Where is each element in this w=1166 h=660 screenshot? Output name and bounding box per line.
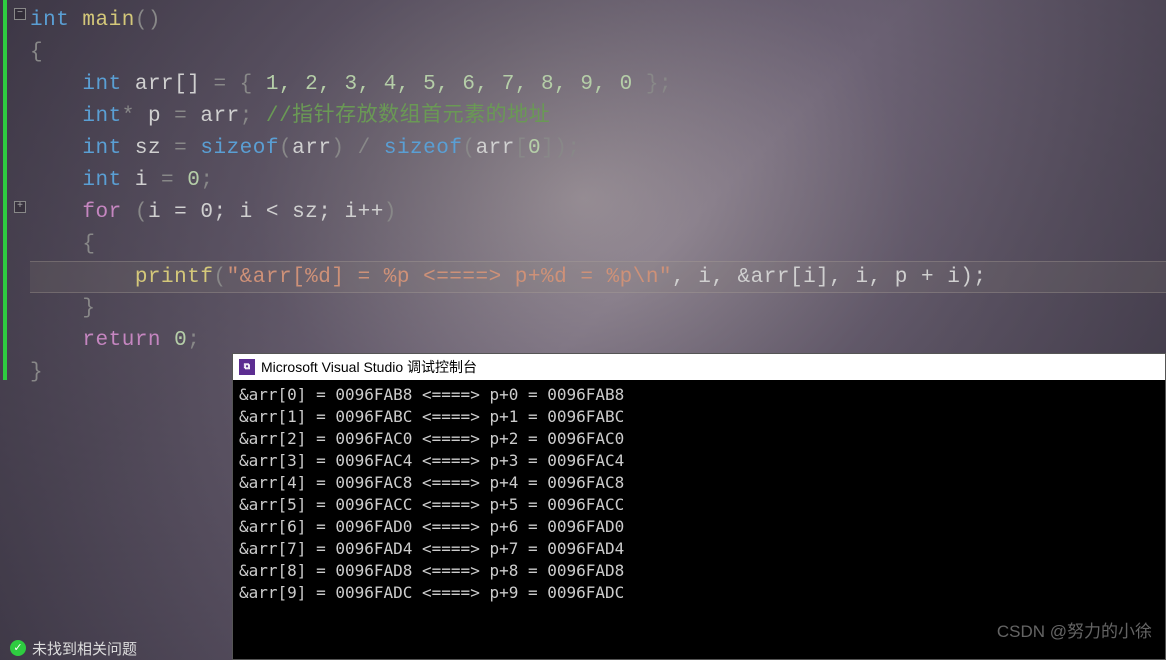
change-indicator (3, 0, 7, 380)
code-line: int i = 0; (30, 165, 1166, 197)
editor-gutter: − + (0, 0, 30, 390)
code-body[interactable]: int main() { int arr[] = { 1, 2, 3, 4, 5… (30, 0, 1166, 390)
check-icon: ✓ (10, 640, 26, 656)
vs-icon: ⧉ (239, 359, 255, 375)
code-line: int* p = arr; //指针存放数组首元素的地址 (30, 101, 1166, 133)
fold-toggle-icon[interactable]: + (14, 201, 26, 213)
console-output[interactable]: &arr[0] = 0096FAB8 <====> p+0 = 0096FAB8… (233, 380, 1165, 608)
console-title: Microsoft Visual Studio 调试控制台 (261, 357, 477, 377)
code-line: { (30, 229, 1166, 261)
code-line: int main() (30, 5, 1166, 37)
code-line: int sz = sizeof(arr) / sizeof(arr[0]); (30, 133, 1166, 165)
debug-console[interactable]: ⧉ Microsoft Visual Studio 调试控制台 &arr[0] … (232, 353, 1166, 660)
watermark: CSDN @努力的小徐 (997, 617, 1152, 642)
code-line: } (30, 293, 1166, 325)
code-line-highlighted: printf("&arr[%d] = %p <====> p+%d = %p\n… (30, 261, 1166, 293)
code-line: { (30, 37, 1166, 69)
fold-toggle-icon[interactable]: − (14, 8, 26, 20)
code-editor[interactable]: − + int main() { int arr[] = { 1, 2, 3, … (0, 0, 1166, 390)
status-text: 未找到相关问题 (32, 638, 137, 659)
console-titlebar[interactable]: ⧉ Microsoft Visual Studio 调试控制台 (233, 354, 1165, 380)
code-line: for (i = 0; i < sz; i++) (30, 197, 1166, 229)
code-line: int arr[] = { 1, 2, 3, 4, 5, 6, 7, 8, 9,… (30, 69, 1166, 101)
status-bar: ✓ 未找到相关问题 (0, 636, 147, 660)
